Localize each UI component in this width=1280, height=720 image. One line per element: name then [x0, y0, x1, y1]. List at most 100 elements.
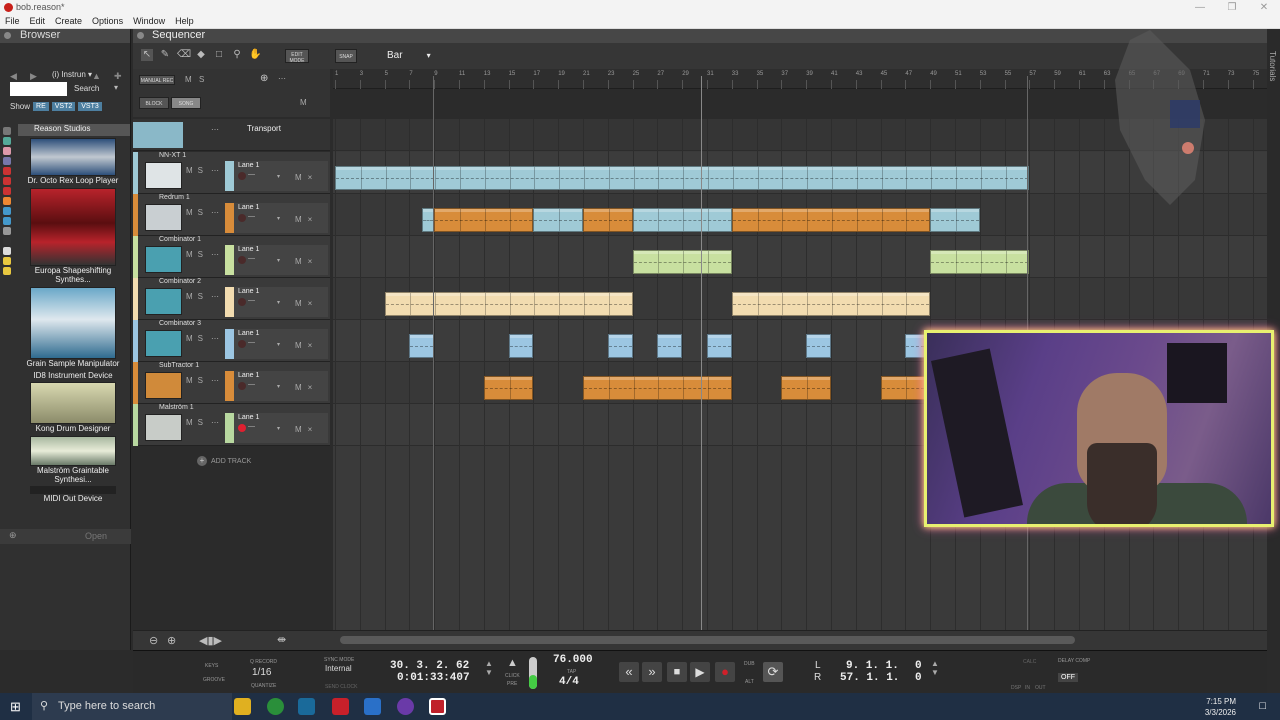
select-tool-icon[interactable]: ↖	[141, 49, 153, 61]
device-item[interactable]: Europa Shapeshifting Synthes...	[18, 188, 128, 284]
note-clip[interactable]	[930, 208, 980, 232]
library-location-icon[interactable]	[3, 207, 11, 215]
note-clip[interactable]	[632, 208, 732, 232]
note-clip[interactable]	[533, 208, 583, 232]
panel-toggle-icon[interactable]	[4, 32, 11, 39]
keys-button[interactable]: KEYS	[205, 663, 218, 669]
note-clip[interactable]	[880, 376, 931, 400]
search-input[interactable]	[10, 82, 67, 96]
click-level-slider[interactable]	[529, 657, 537, 689]
note-clip[interactable]	[632, 250, 732, 274]
track-device-name[interactable]: NN-XT 1	[159, 152, 186, 159]
instrument-filter[interactable]: (i) Instrun ▾	[52, 70, 92, 79]
taskbar-search-input[interactable]: ⚲ Type here to search	[32, 693, 232, 720]
stop-icon[interactable]: ■	[667, 662, 687, 682]
show-vst2-toggle[interactable]: VST2	[51, 102, 76, 111]
track-mute-solo[interactable]: MS	[186, 292, 208, 301]
record-enable-icon[interactable]	[238, 340, 246, 348]
note-clip[interactable]	[781, 376, 831, 400]
note-clip[interactable]	[409, 334, 435, 358]
minimize-icon[interactable]: —	[1184, 0, 1216, 15]
hand-tool-icon[interactable]: ✋	[249, 49, 261, 61]
note-clip[interactable]	[607, 334, 633, 358]
track-header[interactable]: NN-XT 1 MS ⋯ Lane 1 — ▾ M×	[133, 152, 330, 194]
back-icon[interactable]: ◀	[10, 71, 17, 82]
add-track-icon[interactable]: ⊕	[260, 73, 268, 84]
snap-button[interactable]: SNAP	[335, 49, 357, 63]
zoom-fit-icon[interactable]: ⇼	[277, 633, 286, 646]
tempo-display[interactable]: 76.000	[553, 654, 593, 666]
up-icon[interactable]: ▲	[92, 71, 101, 81]
position-spinner-icon[interactable]: ▲ ▼	[485, 659, 493, 677]
utilities-location-icon[interactable]	[3, 147, 11, 155]
note-clip[interactable]	[583, 208, 633, 232]
lane-menu-icon[interactable]: ▾	[277, 215, 280, 222]
zoom-in-icon[interactable]: ⊕	[167, 634, 176, 647]
right-locator-tick[interactable]: 0	[915, 672, 922, 684]
instruments-location-icon[interactable]	[3, 127, 11, 135]
track-options-icon[interactable]: ⋯	[211, 166, 219, 175]
record-enable-icon[interactable]	[238, 256, 246, 264]
menu-edit[interactable]: Edit	[25, 15, 51, 28]
track-options-icon[interactable]: ⋯	[211, 376, 219, 385]
obs-icon[interactable]	[397, 698, 414, 715]
track-header[interactable]: Combinator 2 MS ⋯ Lane 1 — ▾ M×	[133, 278, 330, 320]
lane-mute-delete[interactable]: M×	[295, 425, 318, 434]
song-mode-button[interactable]: SONG	[171, 97, 201, 109]
eraser-tool-icon[interactable]: ⌫	[177, 49, 191, 61]
quantize-select[interactable]: 1/16	[252, 667, 271, 678]
note-clip[interactable]	[434, 208, 534, 232]
players-location-icon[interactable]	[3, 157, 11, 165]
lane-menu-icon[interactable]: ▾	[277, 173, 280, 180]
note-clip[interactable]	[335, 166, 1030, 190]
samples-location-icon[interactable]	[3, 177, 11, 185]
lane-menu-icon[interactable]: ▾	[277, 257, 280, 264]
show-vst3-toggle[interactable]: VST3	[78, 102, 102, 111]
shop-location-icon[interactable]	[3, 217, 11, 225]
windows-start-icon[interactable]: ⊞	[10, 699, 21, 715]
left-locator-tick[interactable]: 0	[915, 660, 922, 672]
menu-help[interactable]: Help	[170, 15, 199, 28]
lane-block[interactable]: Lane 1 — ▾ M×	[225, 413, 328, 443]
sync-mode-select[interactable]: Internal	[325, 664, 352, 673]
add-icon[interactable]: ⊕	[9, 530, 17, 541]
fast-forward-icon[interactable]: »	[642, 662, 662, 682]
lane-block[interactable]: Lane 1 — ▾ M×	[225, 371, 328, 401]
track-header[interactable]: Redrum 1 MS ⋯ Lane 1 — ▾ M×	[133, 194, 330, 236]
menu-create[interactable]: Create	[50, 15, 87, 28]
note-clip[interactable]	[806, 334, 831, 358]
track-mute-solo[interactable]: MS	[186, 208, 208, 217]
razor-tool-icon[interactable]: ◆	[195, 49, 207, 61]
audition-icon[interactable]	[298, 698, 315, 715]
lane-menu-icon[interactable]: ▾	[277, 383, 280, 390]
track-mute-solo[interactable]: MS	[186, 418, 208, 427]
transport-track-header[interactable]: ⋯ Transport	[133, 119, 330, 151]
lane-block[interactable]: Lane 1 — ▾ M×	[225, 287, 328, 317]
follow-song-icon[interactable]: ◀▮▶	[199, 634, 222, 647]
playhead[interactable]	[701, 76, 702, 631]
track-device-name[interactable]: Redrum 1	[159, 194, 190, 201]
track-options-icon[interactable]: ⋯	[211, 250, 219, 259]
track-lane[interactable]	[333, 236, 1267, 278]
outlook-icon[interactable]	[364, 698, 381, 715]
track-options-icon[interactable]: ⋯	[211, 208, 219, 217]
device-item[interactable]: Grain Sample Manipulator	[18, 287, 128, 368]
note-clip[interactable]	[731, 292, 931, 316]
lane-menu-icon[interactable]: ▾	[277, 299, 280, 306]
rack-location-icon[interactable]	[3, 167, 11, 175]
note-clip[interactable]	[583, 376, 732, 400]
master-mute-button[interactable]: M	[185, 75, 192, 84]
magnify-tool-icon[interactable]: ⚲	[231, 49, 243, 61]
dub-button[interactable]: DUB	[744, 661, 755, 667]
metronome-icon[interactable]: ▲	[507, 657, 518, 669]
track-device-name[interactable]: Malström 1	[159, 404, 194, 411]
record-enable-icon[interactable]	[238, 382, 246, 390]
note-clip[interactable]	[657, 334, 683, 358]
track-mute-solo[interactable]: MS	[186, 376, 208, 385]
loop-icon[interactable]: ⟳	[763, 662, 783, 682]
snap-value-select[interactable]: Bar ▾	[387, 50, 431, 61]
lane-block[interactable]: Lane 1 — ▾ M×	[225, 203, 328, 233]
search-dropdown-icon[interactable]: ▾	[114, 83, 118, 92]
alt-button[interactable]: ALT	[745, 679, 754, 685]
search-button[interactable]: Search	[74, 84, 99, 93]
